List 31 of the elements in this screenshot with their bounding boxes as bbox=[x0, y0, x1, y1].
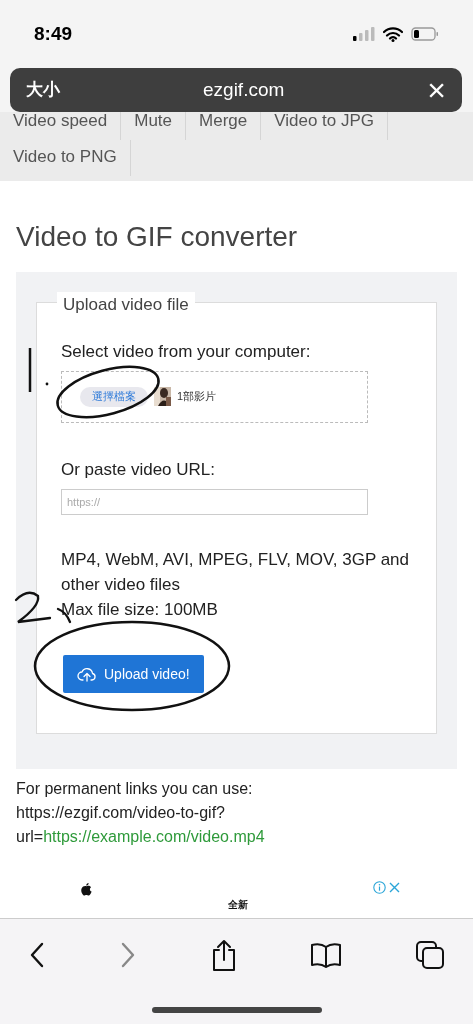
signal-icon bbox=[353, 27, 375, 41]
field-label: Or paste video URL: bbox=[61, 458, 216, 481]
nav-tab[interactable]: Video to PNG bbox=[0, 140, 131, 176]
handwritten-mark bbox=[28, 348, 49, 392]
url-input[interactable]: https:// bbox=[61, 489, 368, 515]
tabs-icon[interactable] bbox=[415, 940, 445, 970]
cloud-upload-icon bbox=[77, 666, 97, 682]
file-status: 1部影片 bbox=[177, 389, 217, 405]
page-heading: Video to GIF converter bbox=[16, 220, 299, 254]
permalink-info: For permanent links you can use: https://ezgif.com/video-to-gif?url=https://example.com/video.mp4 bbox=[16, 779, 266, 847]
text-size-button[interactable]: 大小 bbox=[26, 77, 60, 103]
upload-button[interactable]: Upload video! bbox=[63, 655, 204, 693]
close-button[interactable]: × bbox=[427, 74, 446, 106]
status-time: 8:49 bbox=[34, 21, 73, 46]
back-icon[interactable] bbox=[28, 941, 46, 969]
ad-info-icon[interactable] bbox=[373, 881, 386, 894]
format-info: MP4, WebM, AVI, MPEG, FLV, MOV, 3GP and other video files bbox=[61, 549, 411, 596]
apple-logo-icon bbox=[81, 883, 92, 896]
field-label: Select video from your computer: bbox=[61, 341, 312, 363]
url-text: ezgif.com bbox=[203, 77, 285, 102]
share-icon[interactable] bbox=[210, 939, 237, 971]
address-bar[interactable]: 大小 ezgif.com × bbox=[10, 68, 462, 112]
file-drop-area[interactable]: 選擇檔案 1部影片 bbox=[61, 370, 368, 423]
battery-icon bbox=[411, 27, 439, 41]
max-size-info: Max file size: 100MB bbox=[61, 599, 219, 621]
ad-close-icon[interactable] bbox=[389, 882, 400, 893]
book-icon[interactable] bbox=[309, 942, 342, 968]
ad-tagline: 全新 bbox=[228, 898, 248, 912]
choose-file-button[interactable]: 選擇檔案 bbox=[80, 386, 148, 407]
wifi-icon bbox=[383, 26, 403, 42]
example-link[interactable]: https://example.com/video.mp4 bbox=[43, 828, 265, 845]
